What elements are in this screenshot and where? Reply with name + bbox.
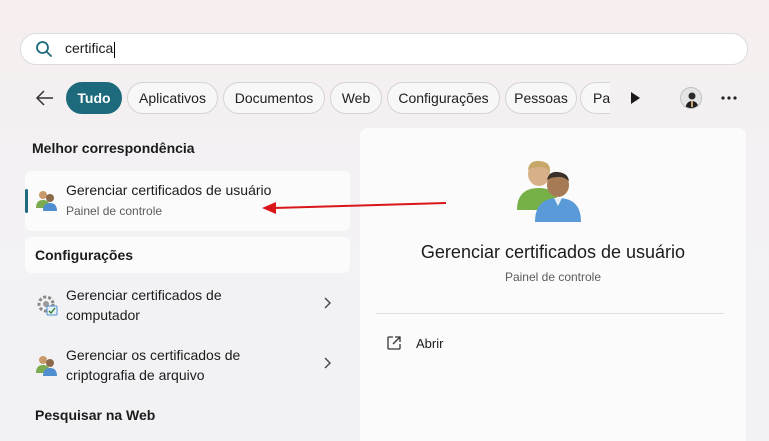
settings-result-file-encryption-certificates[interactable]: Gerenciar os certificados de criptografi… (25, 337, 350, 393)
best-match-subtitle: Painel de controle (66, 204, 163, 218)
settings-item-1-line1: Gerenciar certificados de (66, 287, 222, 303)
profile-avatar[interactable] (680, 87, 702, 109)
settings-section: Configurações (25, 237, 350, 273)
text-caret (114, 41, 116, 58)
filter-bar: Tudo Aplicativos Documentos Web Configur… (0, 82, 769, 114)
filter-chip-aplicativos[interactable]: Aplicativos (127, 82, 218, 114)
scroll-right-icon[interactable] (628, 91, 642, 105)
settings-result-computer-certificates[interactable]: Gerenciar certificados de computador (25, 277, 350, 333)
more-options-icon[interactable] (718, 88, 740, 108)
filter-chip-tudo[interactable]: Tudo (66, 82, 122, 114)
settings-certificate-icon (35, 293, 59, 317)
search-box[interactable]: certifica (20, 33, 748, 65)
filter-chip-web[interactable]: Web (330, 82, 382, 114)
detail-panel: Gerenciar certificados de usuário Painel… (360, 128, 746, 441)
filter-chip-pessoas[interactable]: Pessoas (505, 82, 577, 114)
users-icon (35, 188, 59, 212)
back-arrow-icon[interactable] (34, 88, 56, 108)
selection-indicator (25, 189, 28, 213)
chevron-right-icon (322, 356, 332, 370)
best-match-title: Gerenciar certificados de usuário (66, 182, 272, 198)
detail-title: Gerenciar certificados de usuário (420, 242, 686, 262)
open-external-icon (386, 335, 402, 351)
settings-item-2-line2: criptografia de arquivo (66, 367, 205, 383)
annotation-arrow (262, 202, 447, 214)
filter-chip-documentos[interactable]: Documentos (223, 82, 325, 114)
users-large-icon (515, 158, 583, 224)
open-action[interactable]: Abrir (376, 328, 556, 358)
users-icon (35, 353, 59, 377)
search-input[interactable]: certifica (65, 40, 116, 58)
detail-subtitle: Painel de controle (504, 270, 602, 284)
settings-heading: Configurações (35, 247, 134, 263)
best-match-heading: Melhor correspondência (32, 140, 195, 156)
divider (376, 313, 724, 314)
filter-chip-configuracoes[interactable]: Configurações (387, 82, 500, 114)
open-action-label: Abrir (416, 335, 444, 351)
search-icon (35, 40, 53, 58)
settings-item-1-line2: computador (66, 307, 140, 323)
filter-chip-pastas-truncated[interactable]: Pas (580, 82, 610, 114)
settings-item-2-line1: Gerenciar os certificados de (66, 347, 241, 363)
web-search-heading: Pesquisar na Web (35, 407, 156, 423)
chevron-right-icon (322, 296, 332, 310)
